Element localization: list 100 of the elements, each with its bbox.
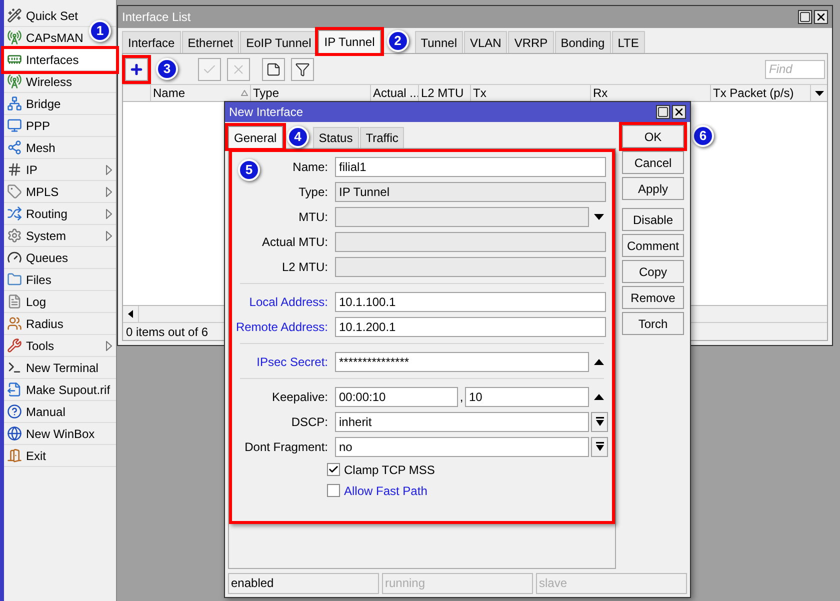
status-field: running (382, 573, 533, 594)
item-count-text: 0 items out of 6 (126, 324, 208, 340)
dialog-button[interactable]: Remove (622, 286, 684, 309)
bridge-icon (7, 96, 22, 111)
sidebar-item[interactable]: New WinBox (4, 423, 116, 445)
sidebar-item[interactable]: Wireless (4, 71, 116, 93)
sidebar-item[interactable]: Radius (4, 313, 116, 335)
collapse-arrow-icon[interactable] (594, 358, 604, 364)
sidebar-item[interactable]: Manual (4, 401, 116, 423)
dialog-button[interactable]: Copy (622, 260, 684, 283)
tab[interactable]: Bonding (554, 31, 611, 53)
checkbox[interactable] (327, 484, 340, 497)
dialog-button[interactable]: Apply (622, 177, 684, 200)
users-icon (7, 316, 22, 331)
field-label: IPsec Secret: (256, 354, 328, 370)
sidebar-item[interactable]: Interfaces (4, 49, 116, 71)
wand-icon (7, 8, 22, 23)
sidebar-item[interactable]: Mesh (4, 137, 116, 159)
field-label: DSCP: (291, 414, 328, 430)
close-icon[interactable] (672, 105, 686, 119)
field-label: Name: (292, 158, 328, 176)
checkbox-label: Clamp TCP MSS (344, 462, 435, 478)
tab[interactable]: IP Tunnel (318, 30, 381, 53)
dropdown-arrow-icon (596, 417, 604, 426)
tab[interactable]: VLAN (464, 31, 508, 53)
filter-icon (295, 62, 310, 76)
maximize-icon[interactable] (798, 10, 812, 24)
note-icon (266, 62, 281, 76)
sidebar-item[interactable]: IP (4, 159, 116, 181)
collapse-arrow-icon[interactable] (594, 394, 604, 400)
globe-icon (7, 426, 22, 441)
column-header[interactable]: Tx Packet (p/s) (711, 85, 811, 101)
tab[interactable]: Traffic (360, 127, 404, 148)
input-field[interactable]: 00:00:10 (335, 386, 458, 406)
tab[interactable]: Tunnel (414, 31, 463, 53)
checkbox-label: Allow Fast Path (344, 482, 428, 500)
checkbox[interactable] (327, 463, 340, 476)
field-label: Actual MTU: (262, 234, 328, 250)
tools-icon (7, 338, 22, 353)
folder-icon (7, 272, 22, 287)
sidebar-item[interactable]: Routing (4, 203, 116, 225)
dropdown-arrow-icon[interactable] (594, 214, 604, 220)
dropdown-button[interactable] (591, 436, 608, 456)
gauge-icon (7, 250, 22, 265)
dialog-button[interactable]: Disable (622, 208, 684, 231)
sort-arrow-icon (241, 90, 248, 96)
input-field[interactable]: 10.1.100.1 (335, 292, 606, 312)
tab[interactable]: Ethernet (182, 31, 240, 53)
sidebar-item[interactable]: Queues (4, 247, 116, 269)
dialog-button[interactable]: Torch (622, 312, 684, 335)
sidebar-item[interactable]: Log (4, 291, 116, 313)
gear-icon (7, 228, 22, 243)
sidebar-item[interactable]: Exit (4, 445, 116, 467)
ip-icon (7, 162, 22, 177)
monitor-icon (7, 118, 22, 133)
dropdown-button[interactable] (591, 412, 608, 432)
tab[interactable]: General (228, 126, 283, 148)
sidebar-item[interactable]: MPLS (4, 181, 116, 203)
sidebar-item[interactable]: Files (4, 269, 116, 291)
input-field[interactable]: *************** (335, 352, 589, 372)
input-field[interactable]: filial1 (335, 156, 606, 176)
dialog-title: New Interface (229, 104, 304, 121)
callout-number: 2 (386, 30, 409, 52)
close-icon[interactable] (814, 10, 828, 24)
sidebar-item[interactable]: Make Supout.rif (4, 379, 116, 401)
input-field[interactable]: inherit (335, 412, 589, 432)
input-field[interactable]: 10.1.200.1 (335, 316, 606, 336)
toolbar-button[interactable] (291, 58, 314, 80)
maximize-icon[interactable] (656, 105, 670, 119)
mesh-icon (7, 140, 22, 155)
window-title: Interface List (122, 9, 192, 26)
door-icon (7, 448, 22, 463)
callout-number: 3 (156, 58, 178, 80)
sidebar-item[interactable]: New Terminal (4, 357, 116, 379)
sidebar-item[interactable]: Tools (4, 335, 116, 357)
dialog-button[interactable]: Cancel (622, 151, 684, 174)
field-label: Type: (298, 184, 328, 200)
tab[interactable]: EoIP Tunnel (240, 31, 318, 53)
tab[interactable]: Status (312, 127, 359, 148)
tag-icon (7, 184, 22, 199)
dropdown-arrow-icon (596, 442, 604, 451)
antenna-icon (7, 30, 22, 45)
toolbar-button[interactable] (262, 58, 285, 80)
tab[interactable]: LTE (612, 31, 645, 53)
sidebar-item[interactable]: System (4, 225, 116, 247)
dropdown-arrow-icon[interactable] (814, 90, 824, 96)
input-field[interactable]: no (335, 436, 589, 456)
sidebar-item[interactable]: PPP (4, 115, 116, 137)
dialog-button[interactable]: Comment (622, 234, 684, 257)
dialog-button[interactable]: OK (622, 125, 684, 148)
antenna-icon (7, 74, 22, 89)
tab[interactable]: VRRP (508, 31, 554, 53)
sidebar-item[interactable]: Bridge (4, 93, 116, 115)
field-label: MTU: (298, 208, 328, 226)
input-field[interactable]: 10 (465, 386, 589, 406)
find-field[interactable]: Find (765, 60, 825, 78)
status-field: enabled (228, 573, 379, 594)
document-icon (7, 294, 22, 309)
tab[interactable]: Interface (122, 31, 181, 53)
field-label: Local Address: (249, 294, 328, 310)
